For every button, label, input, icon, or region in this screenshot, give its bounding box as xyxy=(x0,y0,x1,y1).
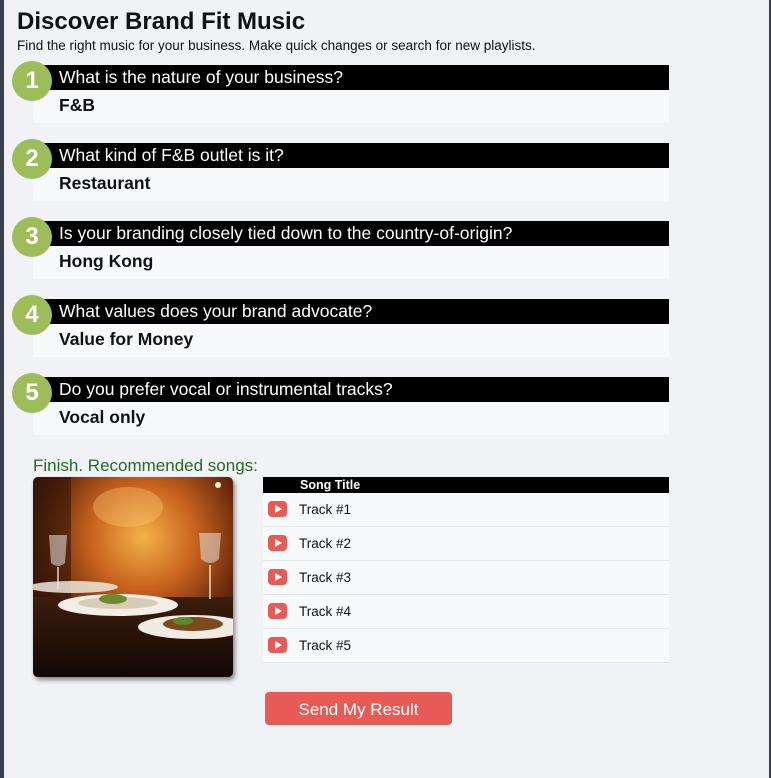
song-row-4[interactable]: Track #4 xyxy=(263,595,669,629)
song-row-5[interactable]: Track #5 xyxy=(263,629,669,663)
step-1-badge: 1 xyxy=(12,61,52,101)
song-row-2[interactable]: Track #2 xyxy=(263,527,669,561)
play-icon[interactable] xyxy=(268,569,287,585)
song-title: Track #3 xyxy=(299,570,352,585)
question-1-answer[interactable]: F&B xyxy=(33,90,669,123)
question-5-answer[interactable]: Vocal only xyxy=(33,402,669,435)
question-1-text: What is the nature of your business? xyxy=(33,65,669,90)
song-row-1[interactable]: Track #1 xyxy=(263,493,669,527)
question-5-text: Do you prefer vocal or instrumental trac… xyxy=(33,377,669,402)
song-title: Track #2 xyxy=(299,536,352,551)
restaurant-photo xyxy=(33,477,233,677)
send-result-button[interactable]: Send My Result xyxy=(265,692,452,725)
step-4-badge: 4 xyxy=(12,295,52,335)
finish-heading: Finish. Recommended songs: xyxy=(33,456,258,475)
song-title: Track #5 xyxy=(299,638,352,653)
play-icon[interactable] xyxy=(268,501,287,517)
window-left-edge xyxy=(0,0,4,778)
question-3-text: Is your branding closely tied down to th… xyxy=(33,221,669,246)
page-subtitle: Find the right music for your business. … xyxy=(17,38,536,53)
question-2-text: What kind of F&B outlet is it? xyxy=(33,143,669,168)
step-3-badge: 3 xyxy=(12,217,52,257)
song-row-3[interactable]: Track #3 xyxy=(263,561,669,595)
question-4-answer[interactable]: Value for Money xyxy=(33,324,669,357)
step-5-badge: 5 xyxy=(12,373,52,413)
song-title-column-header: Song Title xyxy=(300,478,361,492)
question-5: Do you prefer vocal or instrumental trac… xyxy=(12,373,669,435)
question-4-text: What values does your brand advocate? xyxy=(33,299,669,324)
step-2-badge: 2 xyxy=(12,139,52,179)
song-table: Song Title Track #1 Track #2 Track #3 Tr… xyxy=(263,477,669,663)
song-title: Track #4 xyxy=(299,604,352,619)
question-3: Is your branding closely tied down to th… xyxy=(12,217,669,279)
song-title: Track #1 xyxy=(299,502,352,517)
play-icon[interactable] xyxy=(268,603,287,619)
question-3-answer[interactable]: Hong Kong xyxy=(33,246,669,279)
play-icon[interactable] xyxy=(268,637,287,653)
question-4: What values does your brand advocate? Va… xyxy=(12,295,669,357)
restaurant-photo-image xyxy=(33,477,233,677)
question-1: What is the nature of your business? F&B… xyxy=(12,61,669,123)
question-2: What kind of F&B outlet is it? Restauran… xyxy=(12,139,669,201)
question-2-answer[interactable]: Restaurant xyxy=(33,168,669,201)
page-title: Discover Brand Fit Music xyxy=(17,8,306,35)
play-icon[interactable] xyxy=(268,535,287,551)
song-table-header: Song Title xyxy=(263,477,669,493)
